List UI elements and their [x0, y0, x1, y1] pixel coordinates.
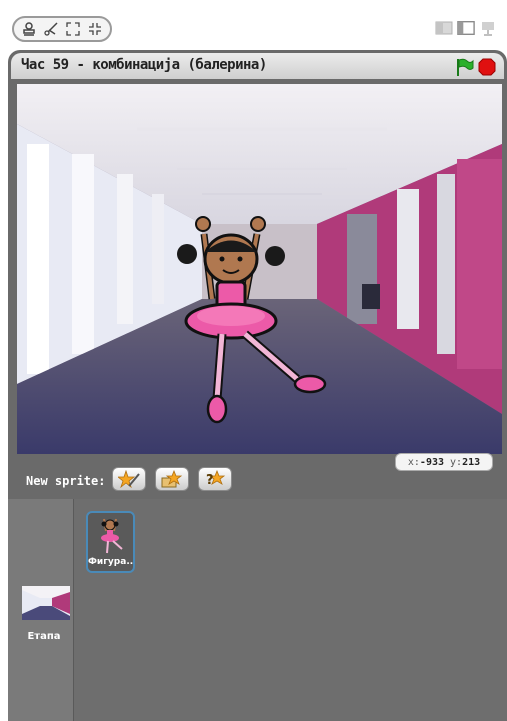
presentation-icon[interactable] [479, 20, 497, 36]
normal-stage-icon[interactable] [457, 20, 475, 36]
paint-sprite-icon [118, 470, 140, 488]
svg-text:?: ? [206, 473, 214, 488]
choose-sprite-icon [161, 470, 183, 488]
stage-panel: Час 59 - комбинација (балерина) [8, 50, 507, 459]
paint-sprite-button[interactable] [112, 467, 146, 491]
sprite-name: Фигура... [88, 557, 133, 567]
y-value: 213 [462, 456, 481, 468]
project-title: Час 59 - комбинација (балерина) [21, 57, 267, 73]
stage-selector[interactable]: Етапа [8, 499, 74, 721]
grow-icon[interactable] [63, 19, 83, 39]
stage-backdrop-hallway [17, 84, 502, 454]
stage-thumbnail[interactable] [22, 586, 70, 620]
green-flag-icon[interactable] [454, 57, 474, 77]
new-sprite-bar: New sprite: ? x:-933 y:213 [8, 453, 507, 499]
new-sprite-label: New sprite: [26, 474, 106, 488]
x-value: -933 [419, 456, 445, 468]
sprite-tile[interactable]: Фигура... [86, 511, 135, 573]
stamp-icon[interactable] [19, 19, 39, 39]
scissors-icon[interactable] [41, 19, 61, 39]
x-label: x: [407, 456, 420, 468]
shrink-icon[interactable] [85, 19, 105, 39]
sprite-list: Етапа Фигура... [8, 499, 507, 721]
mouse-coordinates: x:-933 y:213 [395, 453, 493, 471]
stage-label: Етапа [27, 631, 61, 642]
y-label: y: [450, 456, 463, 468]
stop-icon[interactable] [478, 58, 496, 76]
stage-title-bar: Час 59 - комбинација (балерина) [11, 53, 504, 79]
stage-canvas[interactable] [17, 84, 502, 454]
stage-layout-buttons [435, 20, 497, 36]
tool-group [12, 16, 112, 42]
random-sprite-button[interactable]: ? [198, 467, 232, 491]
random-sprite-icon: ? [206, 470, 226, 488]
small-stage-icon[interactable] [435, 20, 453, 36]
choose-sprite-button[interactable] [155, 467, 189, 491]
sprite-thumbnail [101, 518, 123, 554]
top-toolbar [0, 0, 507, 48]
